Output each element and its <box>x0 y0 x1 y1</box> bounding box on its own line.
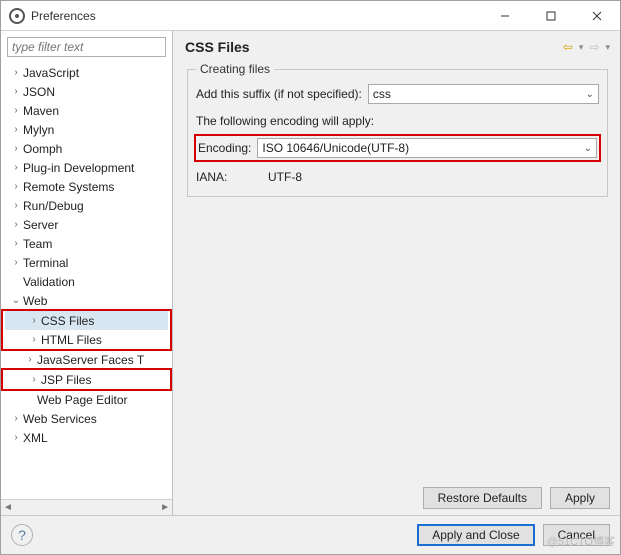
filter-box <box>7 37 166 57</box>
apply-and-close-button[interactable]: Apply and Close <box>417 524 534 546</box>
nav-forward-icon[interactable]: ⇨ <box>589 40 599 54</box>
suffix-label: Add this suffix (if not specified): <box>196 87 362 101</box>
tree-item[interactable]: ›JavaServer Faces T <box>1 350 172 369</box>
tree-item-label: Oomph <box>23 142 62 156</box>
chevron-right-icon: › <box>27 315 41 326</box>
encoding-note: The following encoding will apply: <box>196 114 374 128</box>
chevron-right-icon: › <box>9 162 23 173</box>
apply-button[interactable]: Apply <box>550 487 610 509</box>
tree-item-label: JavaScript <box>23 66 79 80</box>
tree-item-label: Mylyn <box>23 123 54 137</box>
tree-item[interactable]: ›Plug-in Development <box>1 158 172 177</box>
tree-item-label: Server <box>23 218 58 232</box>
maximize-button[interactable] <box>528 1 574 30</box>
filter-input[interactable] <box>7 37 166 57</box>
tree-item-label: Validation <box>23 275 75 289</box>
sidebar: ›JavaScript›JSON›Maven›Mylyn›Oomph›Plug-… <box>1 31 173 515</box>
tree-item-label: Team <box>23 237 52 251</box>
chevron-right-icon: › <box>9 181 23 192</box>
chevron-down-icon[interactable]: ▾ <box>579 42 584 53</box>
tree-item[interactable]: ›XML <box>1 428 172 447</box>
watermark: @51CTO博客 <box>547 533 615 549</box>
chevron-right-icon: › <box>9 143 23 154</box>
chevron-right-icon: › <box>9 432 23 443</box>
tree-item[interactable]: ›HTML Files <box>5 330 168 349</box>
tree-item-label: Web Services <box>23 412 97 426</box>
iana-value: UTF-8 <box>268 170 302 184</box>
encoding-select[interactable]: ISO 10646/Unicode(UTF-8) ⌄ <box>257 138 597 158</box>
tree-scrollbar[interactable]: ◄► <box>1 499 172 515</box>
tree-item-label: CSS Files <box>41 314 94 328</box>
tree-item[interactable]: ⌄Web <box>1 291 172 310</box>
tree-item-label: XML <box>23 431 48 445</box>
chevron-right-icon: › <box>9 124 23 135</box>
tree-item[interactable]: ›Remote Systems <box>1 177 172 196</box>
preferences-tree[interactable]: ›JavaScript›JSON›Maven›Mylyn›Oomph›Plug-… <box>1 61 172 499</box>
chevron-right-icon: › <box>27 334 41 345</box>
chevron-right-icon: › <box>9 200 23 211</box>
suffix-select[interactable]: css ⌄ <box>368 84 599 104</box>
tree-item[interactable]: ›Team <box>1 234 172 253</box>
tree-item-label: JSON <box>23 85 55 99</box>
tree-item-label: HTML Files <box>41 333 102 347</box>
title-bar: Preferences <box>1 1 620 31</box>
chevron-down-icon: ⌄ <box>584 143 592 154</box>
tree-item-label: Web Page Editor <box>37 393 128 407</box>
tree-item[interactable]: ›JSON <box>1 82 172 101</box>
restore-defaults-button[interactable]: Restore Defaults <box>423 487 542 509</box>
chevron-down-icon[interactable]: ▾ <box>605 42 610 53</box>
chevron-right-icon: › <box>9 67 23 78</box>
tree-item[interactable]: ›Oomph <box>1 139 172 158</box>
tree-highlight: ›CSS Files›HTML Files <box>1 309 172 351</box>
encoding-value: ISO 10646/Unicode(UTF-8) <box>262 141 409 155</box>
page-title: CSS Files <box>185 39 250 55</box>
tree-item[interactable]: ›Terminal <box>1 253 172 272</box>
content-pane: CSS Files ⇦ ▾ ⇨ ▾ Creating files Add this … <box>173 31 620 515</box>
encoding-highlight: Encoding: ISO 10646/Unicode(UTF-8) ⌄ <box>194 134 601 162</box>
tree-item-label: JSP Files <box>41 373 91 387</box>
tree-item[interactable]: ›CSS Files <box>5 311 168 330</box>
tree-item[interactable]: Validation <box>1 272 172 291</box>
tree-item-label: JavaServer Faces T <box>37 353 144 367</box>
tree-item-label: Remote Systems <box>23 180 114 194</box>
tree-item-label: Terminal <box>23 256 68 270</box>
encoding-label: Encoding: <box>198 141 251 155</box>
tree-item[interactable]: Web Page Editor <box>1 390 172 409</box>
tree-item-label: Run/Debug <box>23 199 84 213</box>
chevron-right-icon: › <box>9 257 23 268</box>
window-title: Preferences <box>31 9 482 23</box>
tree-item[interactable]: ›Server <box>1 215 172 234</box>
chevron-right-icon: › <box>9 413 23 424</box>
tree-item-label: Maven <box>23 104 59 118</box>
chevron-right-icon: › <box>27 374 41 385</box>
chevron-down-icon: ⌄ <box>9 295 23 306</box>
chevron-right-icon: › <box>9 105 23 116</box>
tree-item[interactable]: ›JSP Files <box>5 370 168 389</box>
chevron-right-icon: › <box>23 354 37 365</box>
nav-back-icon[interactable]: ⇦ <box>563 40 573 54</box>
chevron-right-icon: › <box>9 86 23 97</box>
chevron-right-icon: › <box>9 219 23 230</box>
tree-item[interactable]: ›Web Services <box>1 409 172 428</box>
tree-item[interactable]: ›Maven <box>1 101 172 120</box>
close-button[interactable] <box>574 1 620 30</box>
tree-item-label: Plug-in Development <box>23 161 134 175</box>
tree-highlight: ›JSP Files <box>1 368 172 391</box>
tree-item[interactable]: ›Run/Debug <box>1 196 172 215</box>
suffix-value: css <box>373 87 391 101</box>
tree-item-label: Web <box>23 294 47 308</box>
minimize-button[interactable] <box>482 1 528 30</box>
chevron-right-icon: › <box>9 238 23 249</box>
help-button[interactable]: ? <box>11 524 33 546</box>
group-label: Creating files <box>196 62 274 76</box>
app-icon <box>9 8 25 24</box>
tree-item[interactable]: ›Mylyn <box>1 120 172 139</box>
iana-label: IANA: <box>196 170 268 184</box>
creating-files-group: Creating files Add this suffix (if not s… <box>187 69 608 197</box>
chevron-down-icon: ⌄ <box>586 89 594 100</box>
tree-item[interactable]: ›JavaScript <box>1 63 172 82</box>
